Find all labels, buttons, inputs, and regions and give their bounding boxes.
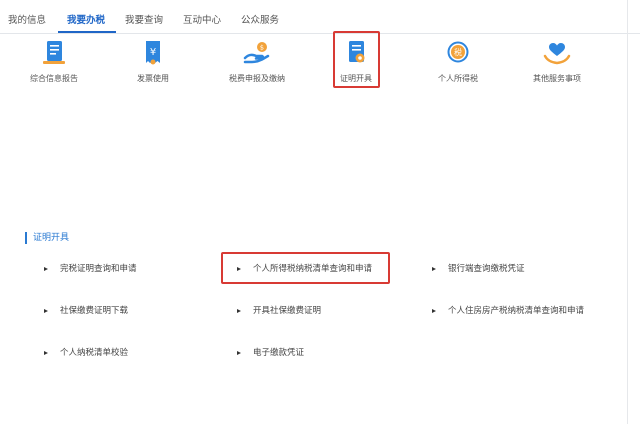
svg-text:税: 税 xyxy=(454,47,462,57)
highlight-certificate-frame xyxy=(333,31,380,88)
tab-interaction-center[interactable]: 互动中心 xyxy=(183,12,221,26)
bullet-icon xyxy=(237,351,241,355)
bullet-icon xyxy=(44,309,48,313)
link-label: 社保缴费证明下载 xyxy=(60,306,129,316)
link-label: 银行端查询缴税凭证 xyxy=(448,264,525,274)
link-label: 个人纳税清单校验 xyxy=(60,348,129,358)
invoice-icon: ¥ xyxy=(146,41,160,65)
tab-my-info[interactable]: 我的信息 xyxy=(8,12,46,26)
service-label: 税费申报及缴纳 xyxy=(229,74,285,83)
bullet-icon xyxy=(44,267,48,271)
service-label: 个人所得税 xyxy=(438,74,478,83)
service-report[interactable]: 综合信息报告 xyxy=(9,38,99,88)
section-title: 证明开具 xyxy=(33,233,70,243)
other-services-icon xyxy=(543,43,571,65)
bullet-icon xyxy=(432,267,436,271)
link-label: 个人住房房产税纳税清单查询和申请 xyxy=(448,306,585,316)
link-label: 开具社保缴费证明 xyxy=(253,306,322,316)
link-label: 完税证明查询和申请 xyxy=(60,264,137,274)
svg-text:$: $ xyxy=(260,44,264,52)
tab-query[interactable]: 我要查询 xyxy=(125,12,163,26)
active-tab-underline xyxy=(58,31,116,33)
highlight-income-tax-frame xyxy=(221,252,390,284)
svg-text:¥: ¥ xyxy=(150,47,156,58)
service-label: 其他服务事项 xyxy=(533,74,581,83)
tab-tax-handling[interactable]: 我要办税 xyxy=(67,12,105,26)
tax-payment-icon: $ xyxy=(243,42,270,64)
right-divider xyxy=(627,0,628,424)
service-income-tax[interactable]: 税 个人所得税 xyxy=(413,38,503,88)
service-tax-payment[interactable]: $ 税费申报及缴纳 xyxy=(212,38,302,88)
bullet-icon xyxy=(237,309,241,313)
service-invoice[interactable]: ¥ 发票使用 xyxy=(108,38,198,88)
service-label: 综合信息报告 xyxy=(30,74,78,83)
top-tab-bar: 我的信息 我要办税 我要查询 互动中心 公众服务 xyxy=(0,0,640,34)
bullet-icon xyxy=(44,351,48,355)
link-label: 电子缴款凭证 xyxy=(253,348,305,358)
service-other[interactable]: 其他服务事项 xyxy=(512,38,602,88)
service-label: 发票使用 xyxy=(137,74,169,83)
bullet-icon xyxy=(432,309,436,313)
report-icon xyxy=(43,41,65,64)
tab-public-service[interactable]: 公众服务 xyxy=(241,12,279,26)
section-marker xyxy=(25,232,27,244)
income-tax-icon: 税 xyxy=(447,41,469,63)
